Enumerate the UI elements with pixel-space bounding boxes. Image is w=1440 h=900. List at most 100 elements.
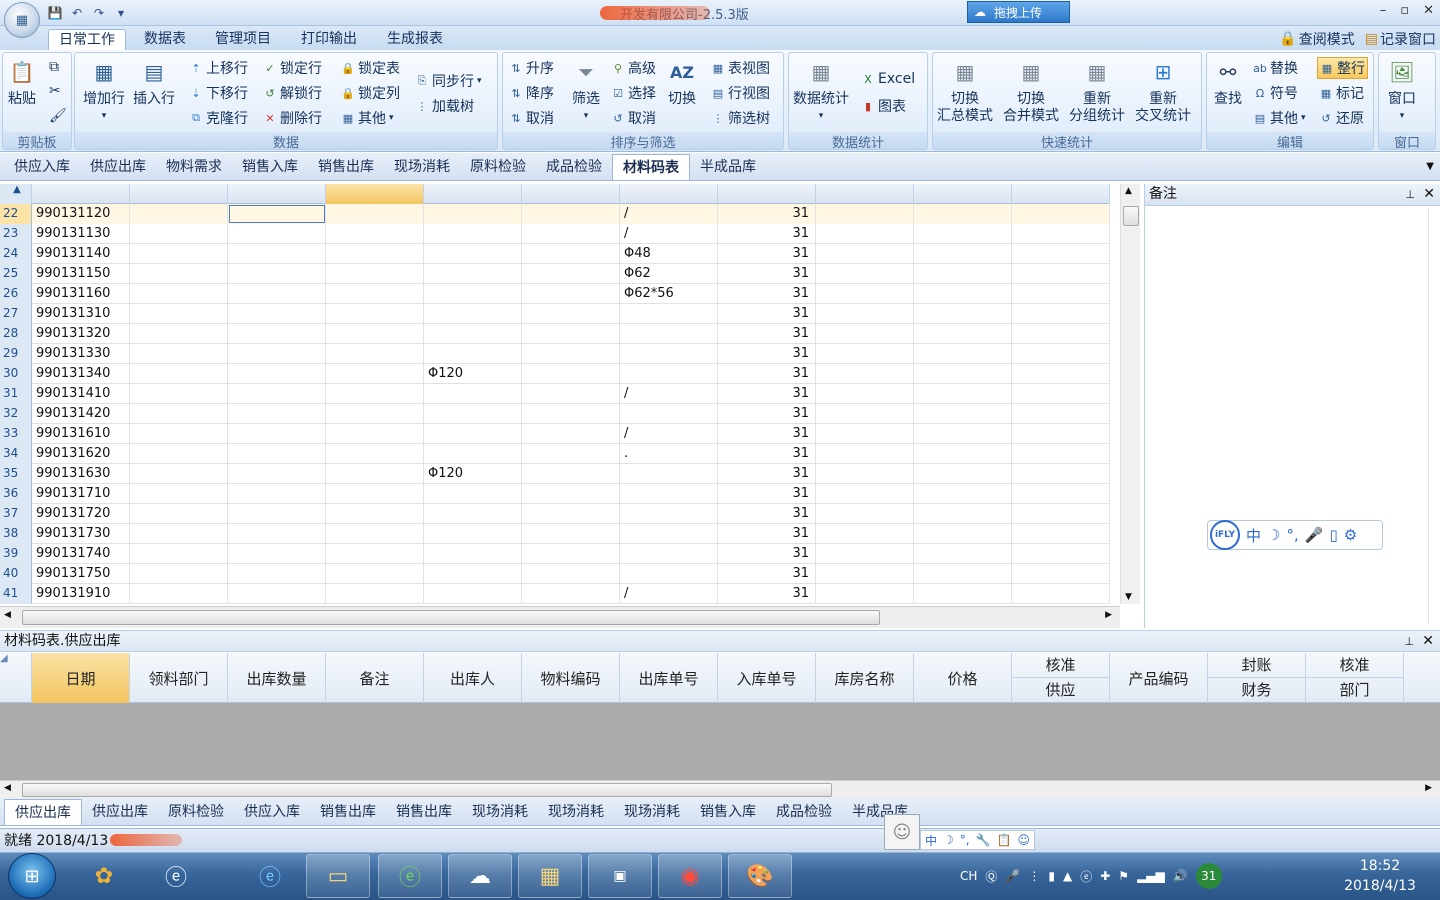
table-row[interactable]: 23 990131130 /31 <box>0 224 1110 244</box>
cell-empty[interactable] <box>326 524 424 544</box>
row-number[interactable]: 23 <box>0 224 32 244</box>
scroll-up-icon[interactable]: ▲ <box>1125 186 1132 196</box>
cell-number[interactable]: 31 <box>718 404 816 424</box>
group-stats-button[interactable]: ▦ 重新 分组统计 <box>1069 57 1125 125</box>
punctuation-icon[interactable]: °, <box>960 833 970 847</box>
view-mode-link[interactable]: 🔒 查阅模式 <box>1279 29 1354 49</box>
cell-number[interactable]: 31 <box>718 304 816 324</box>
table-row[interactable]: 35 990131630 Φ120 31 <box>0 464 1110 484</box>
cell-empty[interactable] <box>522 384 620 404</box>
cell-empty[interactable] <box>228 524 326 544</box>
cell-number[interactable]: 31 <box>718 444 816 464</box>
cell-spec-b[interactable] <box>620 524 718 544</box>
bottom-tab-supply-out-2[interactable]: 供应出库 <box>82 799 158 825</box>
cell-empty[interactable] <box>228 224 326 244</box>
column-header-out-no[interactable]: 出库单号 <box>620 653 718 703</box>
cell-empty[interactable] <box>914 304 1012 324</box>
restore-button[interactable]: ▫ <box>1400 3 1409 18</box>
table-row[interactable]: 39 990131740 31 <box>0 544 1110 564</box>
cell-empty[interactable] <box>130 524 228 544</box>
scroll-right-icon[interactable]: ▶ <box>1425 783 1432 793</box>
table-row[interactable]: 32 990131420 31 <box>0 404 1110 424</box>
cell-empty[interactable] <box>1012 284 1110 304</box>
cell-empty[interactable] <box>228 204 326 224</box>
cell-empty[interactable] <box>816 464 914 484</box>
cell-empty[interactable] <box>228 324 326 344</box>
cell-empty[interactable] <box>130 204 228 224</box>
bottom-tab-onsite-3[interactable]: 现场消耗 <box>614 799 690 825</box>
format-brush-icon[interactable]: 🖌 <box>49 108 67 124</box>
add-row-button[interactable]: ▦ 增加行 ▾ <box>83 57 125 125</box>
select-all-corner[interactable]: ▲ <box>0 184 32 204</box>
column-header[interactable] <box>1012 184 1110 204</box>
upload-button[interactable]: ☁ 拖拽上传 <box>967 1 1070 23</box>
excel-button[interactable]: X Excel <box>861 71 915 87</box>
cell-empty[interactable] <box>1012 464 1110 484</box>
ifly-logo[interactable]: iFLY <box>1210 520 1240 550</box>
bottom-tab-supply-in[interactable]: 供应入库 <box>234 799 310 825</box>
cell-material-code[interactable]: 990131120 <box>32 204 130 224</box>
cell-material-code[interactable]: 990131160 <box>32 284 130 304</box>
cell-material-code[interactable]: 990131320 <box>32 324 130 344</box>
cell-empty[interactable] <box>1012 384 1110 404</box>
cell-spec-a[interactable] <box>424 224 522 244</box>
cell-empty[interactable] <box>130 384 228 404</box>
insert-row-button[interactable]: ▤ 插入行 <box>133 57 175 108</box>
delete-row-button[interactable]: ✕ 删除行 <box>263 108 322 128</box>
cell-spec-a[interactable] <box>424 304 522 324</box>
tray-calendar-badge[interactable]: 31 <box>1195 863 1222 889</box>
cell-empty[interactable] <box>816 524 914 544</box>
table-row[interactable]: 40 990131750 31 <box>0 564 1110 584</box>
cell-empty[interactable] <box>816 584 914 604</box>
cell-spec-a[interactable] <box>424 284 522 304</box>
cell-material-code[interactable]: 990131740 <box>32 544 130 564</box>
cell-empty[interactable] <box>228 444 326 464</box>
row-number[interactable]: 26 <box>0 284 32 304</box>
cell-spec-b[interactable]: / <box>620 424 718 444</box>
cell-empty[interactable] <box>130 584 228 604</box>
tray-search-icon[interactable]: Ⓠ <box>985 868 997 885</box>
window-button[interactable]: 🖼 窗口 ▾ <box>1387 57 1417 125</box>
cell-empty[interactable] <box>228 384 326 404</box>
column-header-quantity[interactable]: 出库数量 <box>228 653 326 703</box>
cell-empty[interactable] <box>1012 544 1110 564</box>
switch-merge-button[interactable]: ▦ 切换 合并模式 <box>1003 57 1059 125</box>
move-up-button[interactable]: ⇡ 上移行 <box>189 58 248 78</box>
table-row[interactable]: 38 990131730 31 <box>0 524 1110 544</box>
row-number[interactable]: 29 <box>0 344 32 364</box>
cell-spec-a[interactable] <box>424 504 522 524</box>
cell-spec-b[interactable] <box>620 324 718 344</box>
cell-empty[interactable] <box>522 424 620 444</box>
cell-empty[interactable] <box>326 584 424 604</box>
undo-icon[interactable]: ↶ <box>68 4 86 22</box>
cell-spec-b[interactable]: Φ62 <box>620 264 718 284</box>
tray-expand-icon[interactable]: ▲ <box>1063 869 1072 883</box>
close-pane-icon[interactable]: ✕ <box>1422 631 1434 652</box>
green-browser-icon[interactable]: ⓔ <box>378 854 442 898</box>
tray-security-icon[interactable]: ✚ <box>1100 869 1110 883</box>
cell-empty[interactable] <box>816 304 914 324</box>
browser-e-icon[interactable]: ⓔ <box>144 854 208 898</box>
bottom-tab-onsite-2[interactable]: 现场消耗 <box>538 799 614 825</box>
sheet-tab-material-demand[interactable]: 物料需求 <box>156 154 232 180</box>
cell-empty[interactable] <box>914 464 1012 484</box>
cell-empty[interactable] <box>1012 304 1110 324</box>
sheet-tab-supply-in[interactable]: 供应入库 <box>4 154 80 180</box>
cell-empty[interactable] <box>816 324 914 344</box>
cell-number[interactable]: 31 <box>718 564 816 584</box>
scroll-down-icon[interactable]: ▼ <box>1125 592 1132 602</box>
cell-material-code[interactable]: 990131330 <box>32 344 130 364</box>
cell-empty[interactable] <box>130 264 228 284</box>
cell-spec-b[interactable] <box>620 484 718 504</box>
cell-empty[interactable] <box>522 324 620 344</box>
cell-spec-a[interactable] <box>424 204 522 224</box>
cell-empty[interactable] <box>1012 444 1110 464</box>
cell-spec-a[interactable]: Φ120 <box>424 364 522 384</box>
cell-empty[interactable] <box>326 504 424 524</box>
save-icon[interactable]: 💾 <box>46 4 64 22</box>
column-header-material-code[interactable]: 物料编码 <box>522 653 620 703</box>
cell-empty[interactable] <box>816 264 914 284</box>
vertical-scroll-thumb[interactable] <box>1123 206 1139 226</box>
cell-number[interactable]: 31 <box>718 544 816 564</box>
cell-spec-a[interactable] <box>424 264 522 284</box>
